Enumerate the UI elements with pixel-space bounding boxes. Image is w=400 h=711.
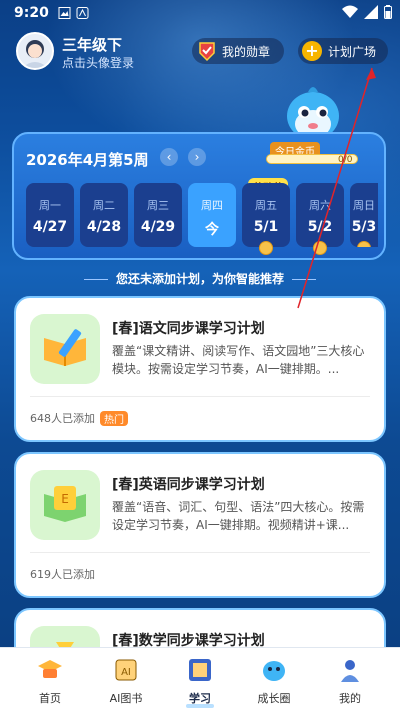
nav-home[interactable]: 首页 [10,648,90,711]
login-hint[interactable]: 点击头像登录 [62,54,134,71]
my-medals-label: 我的勋章 [222,44,271,59]
ai-book-icon: AI [115,659,137,681]
coin-icon [313,241,327,255]
day-date: 今 [205,222,219,238]
day-cell[interactable]: 周六 5/2 [296,183,344,255]
nav-label: 我的 [339,692,361,705]
svg-text:E: E [61,492,69,506]
status-right [342,5,392,19]
user-avatar-icon [22,40,48,68]
plan-desc: 覆盖“课文精讲、阅读写作、语文园地”三大核心模块。按需设定学习节奏，AI一键排期… [112,344,365,376]
day-cell[interactable]: 周五 5/1 [242,183,290,255]
plan-square-label: 计划广场 [328,44,377,59]
prev-week-button[interactable]: ‹ [160,148,178,166]
graduation-cap-icon [38,660,62,678]
plan-title: [春]英语同步课学习计划 [112,477,265,493]
day-date: 5/1 [253,219,279,235]
today-coins-value: 0/0 [338,155,353,165]
grade-selector[interactable]: 三年级下 [62,34,122,55]
coin-icon [259,241,273,255]
nav-profile[interactable]: 我的 [310,648,390,711]
hot-badge: 热门 [100,411,128,426]
signal-icon [364,5,378,19]
day-name: 周二 [93,199,115,212]
nav-label: AI图书 [109,692,143,705]
day-name: 周一 [39,199,61,212]
day-date: 4/29 [140,219,176,235]
battery-icon [384,5,392,19]
plan-add-count: 648人已添加 [30,412,95,425]
day-cell[interactable]: 周三 4/29 [134,183,182,247]
wifi-icon [342,5,358,18]
nav-label: 成长圈 [257,692,291,705]
chevron-left-icon: ‹ [166,150,172,164]
plan-title: [春]语文同步课学习计划 [112,321,265,337]
dolphin-icon [263,661,285,681]
plan-desc: 覆盖“语音、词汇、句型、语法”四大核心。按需设定学习节奏，AI一键排期。视频精讲… [112,500,365,532]
person-icon [341,660,359,682]
plan-card-chinese[interactable]: [春]语文同步课学习计划 覆盖“课文精讲、阅读写作、语文园地”三大核心模块。按需… [14,296,386,442]
day-cell[interactable]: 周四今 [188,183,236,247]
chevron-right-icon: › [194,150,200,164]
plan-add-count: 619人已添加 [30,568,95,581]
day-date: 4/27 [32,219,68,235]
status-time: 9:20 [14,5,49,21]
book-pencil-icon [44,329,86,366]
day-name: 周三 [147,199,169,212]
nav-growth-circle[interactable]: 成长圈 [234,648,314,711]
plan-thumb: E [30,470,100,540]
plan-square-button[interactable]: + 计划广场 [298,38,388,64]
active-indicator [186,704,214,708]
divider [30,552,370,553]
nav-ai-books[interactable]: AI AI图书 [86,648,166,711]
day-date: 4/28 [86,219,122,235]
day-date: 5/3 [351,219,377,235]
svg-text:AI: AI [121,667,131,678]
medal-icon [199,42,215,62]
plus-icon: + [302,41,322,61]
plan-card-english[interactable]: E [春]英语同步课学习计划 覆盖“语音、词汇、句型、语法”四大核心。按需设定学… [14,452,386,598]
recommend-heading: 您还未添加计划，为你智能推荐 [0,270,400,287]
day-name: 周四 [201,199,223,212]
bottom-nav: 首页 AI AI图书 学习 成长圈 我的 [0,647,400,711]
day-cell[interactable]: 周二 4/28 [80,183,128,247]
study-book-icon [189,659,211,681]
day-name: 周五 [255,199,277,212]
english-book-icon: E [44,486,86,522]
next-week-button[interactable]: › [188,148,206,166]
status-bar: 9:20 [0,0,400,28]
day-cell[interactable]: 周一 4/27 [26,183,74,247]
plan-thumb [30,314,100,384]
divider [30,396,370,397]
my-medals-button[interactable]: 我的勋章 [192,38,284,64]
coin-icon [357,241,371,247]
day-date: 5/2 [307,219,333,235]
app-notify-icon [76,7,89,19]
day-cell[interactable]: 周日 5/3 [350,183,378,247]
day-name: 周日 [353,199,375,212]
image-icon [58,7,71,19]
day-name: 周六 [309,199,331,212]
nav-study[interactable]: 学习 [160,648,240,711]
avatar[interactable] [16,32,54,70]
week-title: 2026年4月第5周 [26,151,149,169]
nav-label: 首页 [39,692,61,705]
